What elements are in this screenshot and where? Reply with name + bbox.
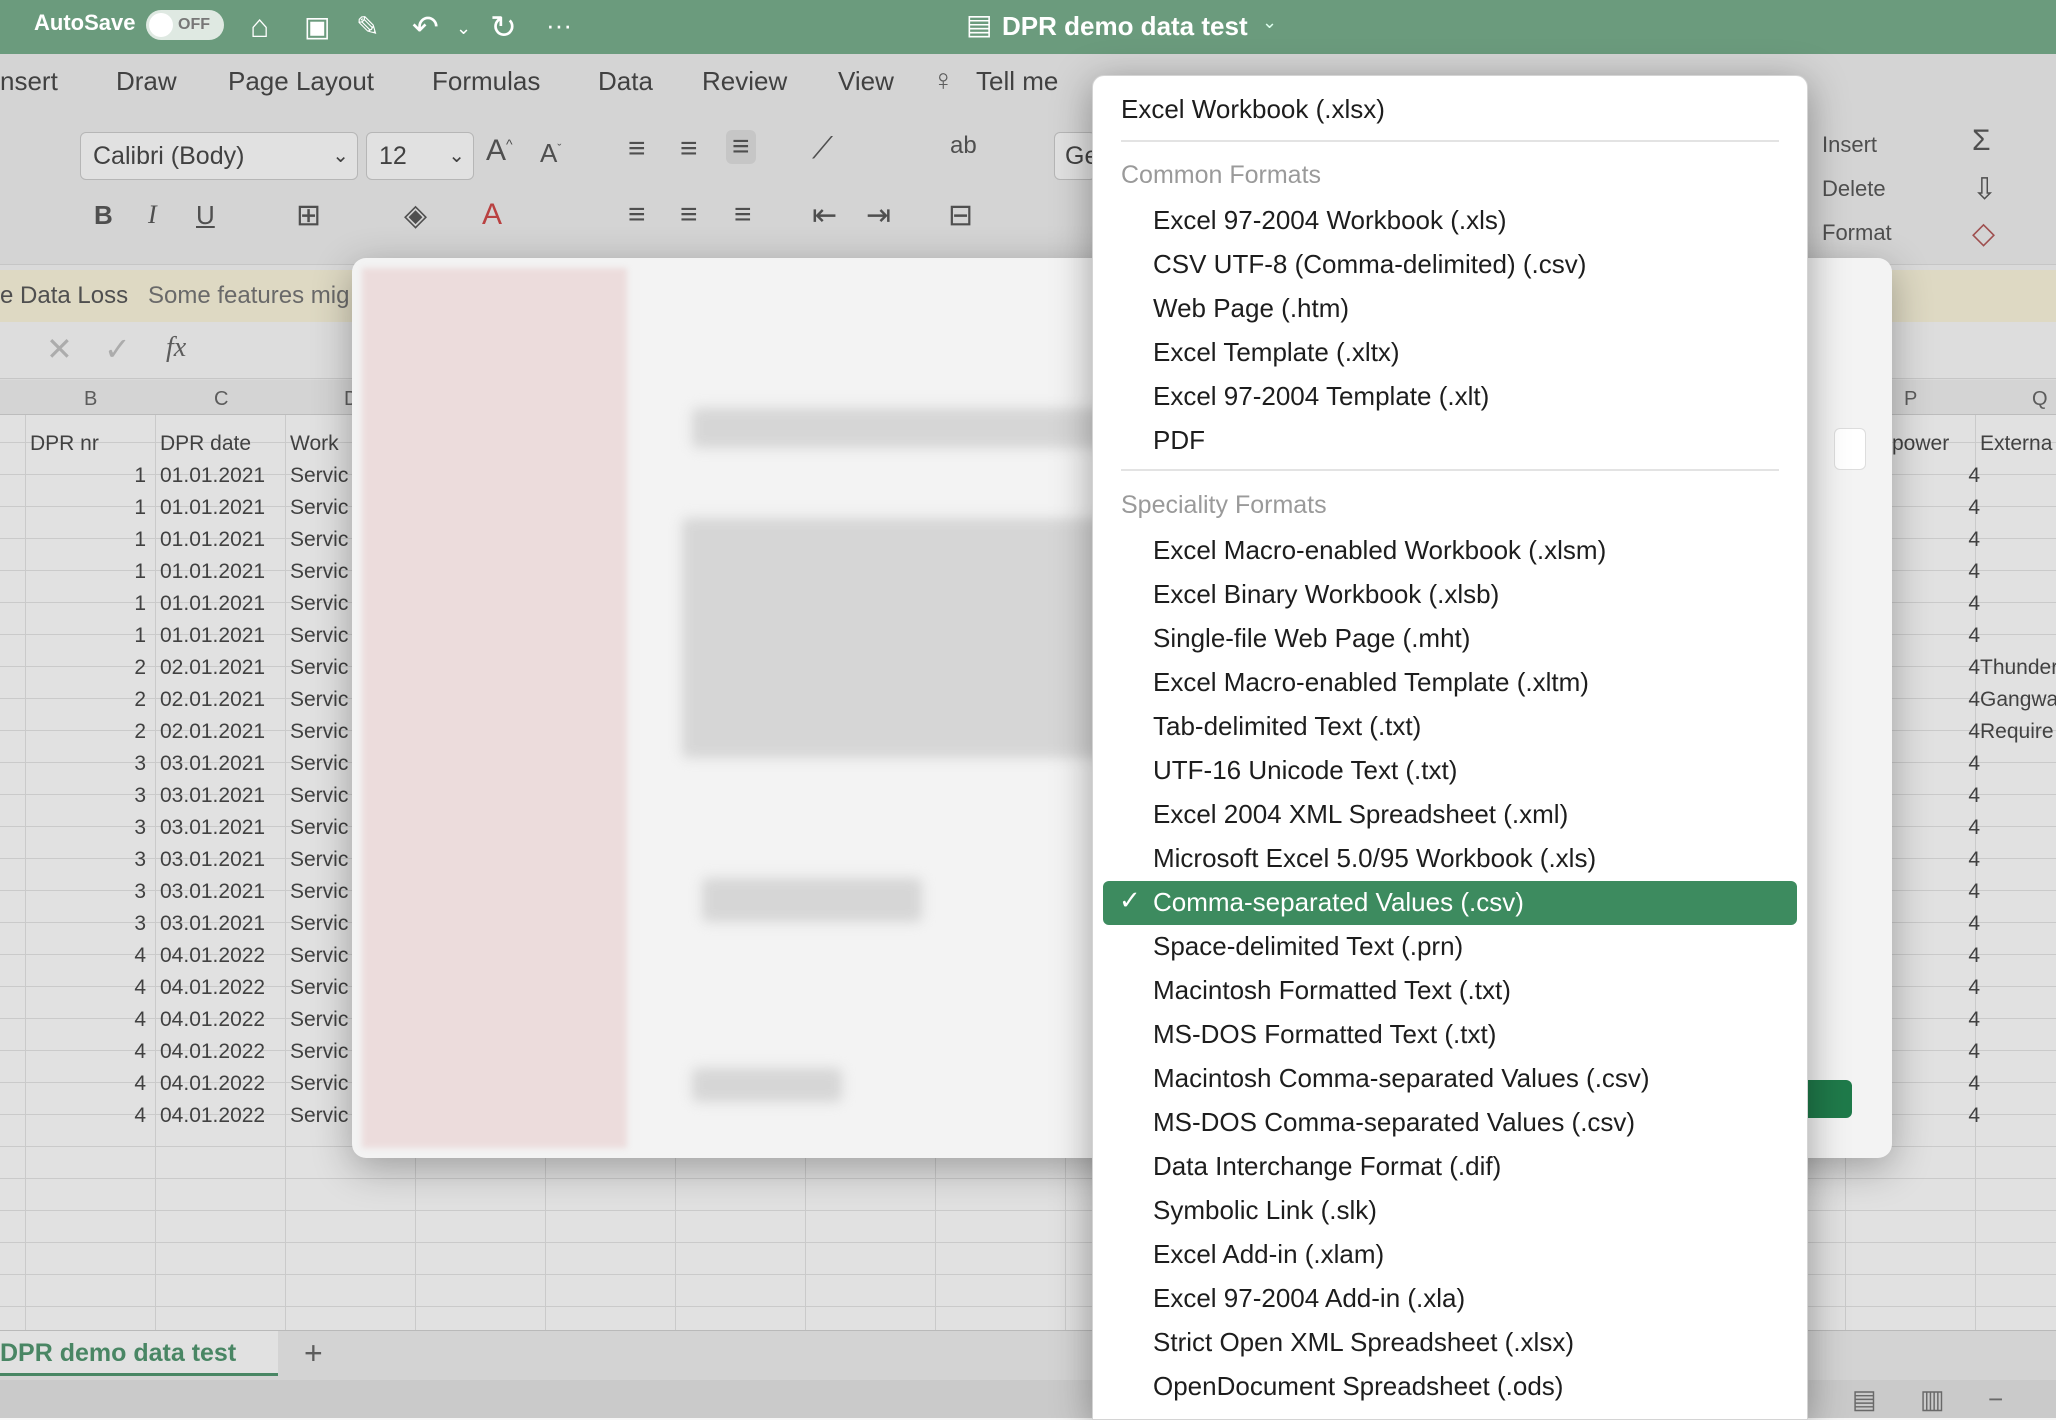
format-option[interactable]: Excel 97-2004 Add-in (.xla) — [1153, 1283, 1465, 1314]
format-option[interactable]: Macintosh Comma-separated Values (.csv) — [1153, 1063, 1650, 1094]
format-option[interactable]: Tab-delimited Text (.txt) — [1153, 711, 1421, 742]
format-option[interactable]: Excel 97-2004 Workbook (.xls) — [1153, 205, 1507, 236]
document-title[interactable]: DPR demo data test — [1002, 11, 1248, 42]
format-option-xlsx[interactable]: Excel Workbook (.xlsx) — [1121, 94, 1385, 125]
format-option[interactable]: MS-DOS Formatted Text (.txt) — [1153, 1019, 1496, 1050]
format-option[interactable]: Macintosh Formatted Text (.txt) — [1153, 975, 1511, 1006]
format-option[interactable]: Web Page (.htm) — [1153, 293, 1349, 324]
dialog-field-edge — [1834, 428, 1866, 470]
excel-file-icon: ▤ — [966, 9, 993, 40]
common-formats-header: Common Formats — [1121, 161, 1322, 189]
format-option[interactable]: Space-delimited Text (.prn) — [1153, 931, 1463, 962]
dialog-sidebar — [362, 268, 627, 1148]
format-option[interactable]: Excel Macro-enabled Template (.xltm) — [1153, 667, 1589, 698]
redo-icon[interactable]: ↻ — [490, 8, 517, 46]
autosave-label: AutoSave — [34, 10, 136, 35]
toggle-knob — [149, 13, 173, 37]
format-option[interactable]: UTF-16 Unicode Text (.txt) — [1153, 755, 1457, 786]
dialog-blurred-list — [682, 518, 1112, 758]
format-option[interactable]: OpenDocument Spreadsheet (.ods) — [1153, 1371, 1563, 1402]
format-option[interactable]: MS-DOS Comma-separated Values (.csv) — [1153, 1107, 1635, 1138]
format-option[interactable]: Excel Macro-enabled Workbook (.xlsm) — [1153, 535, 1606, 566]
format-option[interactable]: CSV UTF-8 (Comma-delimited) (.csv) — [1153, 249, 1586, 280]
title-bar: AutoSave OFF ⌂ ▣ ✎ ↶ ⌄ ↻ ··· ▤ DPR demo … — [0, 0, 2056, 54]
save-icon[interactable]: ▣ — [304, 10, 330, 43]
format-option[interactable]: Excel 97-2004 Template (.xlt) — [1153, 381, 1489, 412]
dialog-blurred-button — [702, 878, 922, 922]
undo-icon[interactable]: ↶ — [412, 8, 439, 46]
format-option[interactable]: Excel 2004 XML Spreadsheet (.xml) — [1153, 799, 1568, 830]
format-option[interactable]: Data Interchange Format (.dif) — [1153, 1151, 1501, 1182]
format-option[interactable]: Excel Add-in (.xlam) — [1153, 1239, 1384, 1270]
format-option[interactable]: Symbolic Link (.slk) — [1153, 1195, 1377, 1226]
more-icon[interactable]: ··· — [546, 10, 572, 41]
chevron-down-icon[interactable]: ⌄ — [456, 18, 471, 39]
format-option[interactable]: Excel Binary Workbook (.xlsb) — [1153, 579, 1499, 610]
save-as-icon[interactable]: ✎ — [356, 10, 379, 43]
format-option[interactable]: Microsoft Excel 5.0/95 Workbook (.xls) — [1153, 843, 1596, 874]
menu-divider — [1121, 469, 1779, 471]
title-chevron-icon[interactable]: ⌄ — [1262, 12, 1277, 33]
speciality-formats-header: Speciality Formats — [1121, 491, 1327, 519]
home-icon[interactable]: ⌂ — [250, 8, 269, 45]
format-option[interactable]: Strict Open XML Spreadsheet (.xlsx) — [1153, 1327, 1574, 1358]
checkmark-icon: ✓ — [1119, 885, 1141, 915]
format-option[interactable]: PDF — [1153, 425, 1205, 456]
format-option-selected[interactable]: ✓ Comma-separated Values (.csv) — [1103, 881, 1797, 925]
format-option-label: Comma-separated Values (.csv) — [1153, 887, 1524, 917]
menu-divider — [1121, 140, 1779, 142]
format-option[interactable]: Excel Template (.xltx) — [1153, 337, 1400, 368]
autosave-toggle[interactable]: OFF — [146, 10, 224, 40]
file-format-menu[interactable]: Excel Workbook (.xlsx) Common Formats Ex… — [1092, 75, 1808, 1420]
dialog-blurred-footer — [692, 1068, 842, 1102]
format-option[interactable]: Single-file Web Page (.mht) — [1153, 623, 1470, 654]
dialog-blurred-toolbar — [692, 408, 1112, 448]
autosave-state: OFF — [178, 16, 210, 33]
